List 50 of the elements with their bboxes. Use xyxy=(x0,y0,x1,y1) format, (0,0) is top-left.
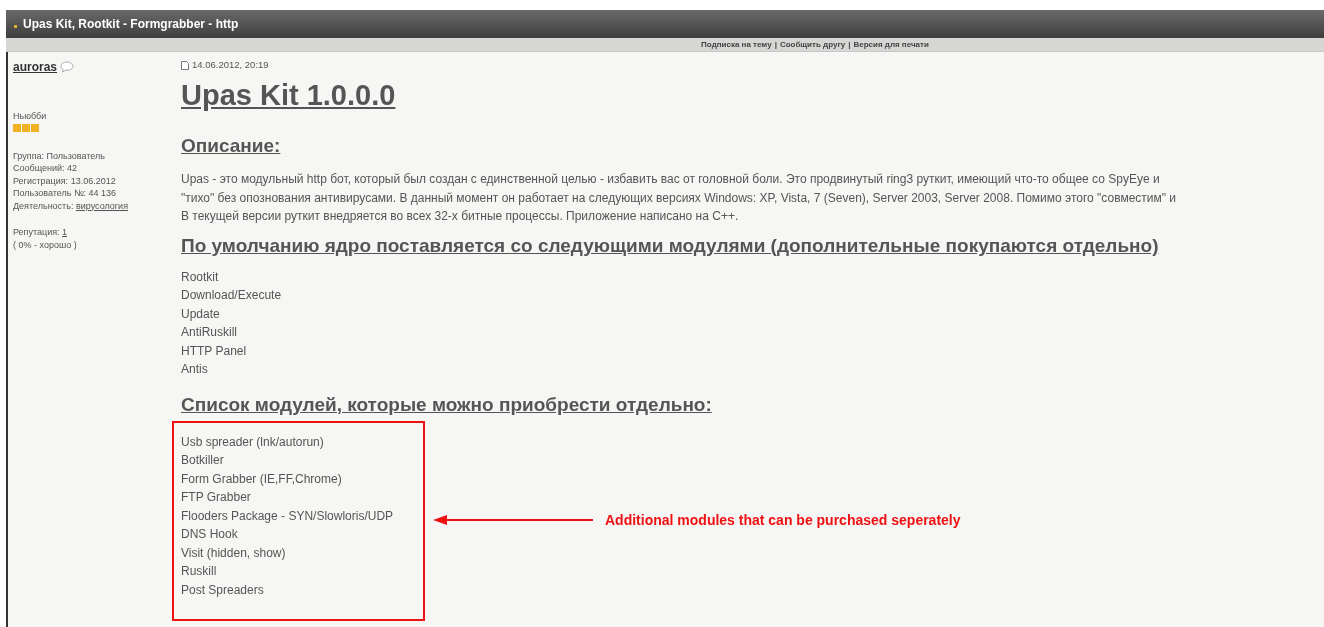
detail-value: 44 136 xyxy=(88,188,117,198)
separator: | xyxy=(848,38,851,51)
module-item: Botkiller xyxy=(181,452,225,470)
arrow-icon xyxy=(433,514,593,527)
detail-value: 13.06.2012 xyxy=(70,175,116,186)
reputation-note: ( 0% - хорошо ) xyxy=(13,238,78,251)
reputation-label: Репутация: xyxy=(13,227,60,237)
topic-link[interactable]: Сообщить другу xyxy=(779,38,846,51)
document-icon xyxy=(181,60,189,70)
module-item: Post Spreaders xyxy=(181,581,265,599)
speech-bubble-icon[interactable] xyxy=(60,61,75,73)
detail-label: Сообщений: xyxy=(13,163,65,173)
post-date: 14.06.2012, 20:19 xyxy=(192,58,269,72)
annotation-text: Additional modules that can be purchased seperately xyxy=(605,510,961,530)
topic-link[interactable]: Версия для печати xyxy=(853,38,929,51)
detail-label: Пользователь №: xyxy=(13,188,87,198)
detail-value: Пользователь xyxy=(46,150,105,161)
author-name[interactable]: auroras xyxy=(13,58,58,76)
module-item: Update xyxy=(181,305,221,323)
description-line: Upas - это модульный http бот, который был создан с единственной целью - избавить вас от головной боли. Это продвинутый ring3 руткит, имеющий что-то общее со SpyEye и xyxy=(181,171,1161,189)
detail-label: Регистрация: xyxy=(13,175,69,186)
description-line: В текущей версии руткит внедряется во всех 32-х битные процессы. Приложение написано на C++. xyxy=(181,208,740,226)
module-item: Visit (hidden, show) xyxy=(181,544,287,562)
detail-value: 42 xyxy=(67,163,78,173)
detail-label: Группа: xyxy=(13,150,45,161)
module-item: Ruskill xyxy=(181,563,218,581)
module-item: Rootkit xyxy=(181,268,220,286)
module-item: Download/Execute xyxy=(181,287,283,305)
section-heading: Список модулей, которые можно приобрести отдельно: xyxy=(181,392,713,417)
description-line: "тихо" без опознования антивирусами. В данный момент он работает на следующих версиях Windows: XP, Vista, 7 (Seven), Server 2003, Server 2008. Помимо этого "совместим" и xyxy=(181,189,1178,207)
module-item: Usb spreader (lnk/autorun) xyxy=(181,433,325,451)
module-item: AntiRuskill xyxy=(181,324,238,342)
module-item: Antis xyxy=(181,361,209,379)
topic-link[interactable]: Подписка на тему xyxy=(701,38,772,51)
topic-title: Upas Kit, Rootkit - Formgrabber - http xyxy=(23,16,239,33)
module-item: FTP Grabber xyxy=(181,489,252,507)
module-item: HTTP Panel xyxy=(181,342,248,360)
bullet-icon xyxy=(14,24,17,28)
detail-label: Деятельность: xyxy=(13,200,74,211)
rank-pips-icon xyxy=(13,123,40,132)
module-item: Flooders Package - SYN/Slowloris/UDP xyxy=(181,507,395,525)
section-heading: Описание: xyxy=(181,134,282,159)
module-item: DNS Hook xyxy=(181,526,239,544)
reputation-link[interactable]: 1 xyxy=(62,227,68,237)
post-title: Upas Kit 1.0.0.0 xyxy=(181,78,397,113)
module-item: Form Grabber (IE,FF,Chrome) xyxy=(181,470,343,488)
detail-link[interactable]: вирусология xyxy=(75,200,128,211)
user-rank: Ньюбби xyxy=(13,110,48,123)
separator: | xyxy=(774,38,777,51)
section-heading: По умолчанию ядро поставляется со следующими модулями (дополнительные покупаются отдельно) xyxy=(181,233,1160,258)
